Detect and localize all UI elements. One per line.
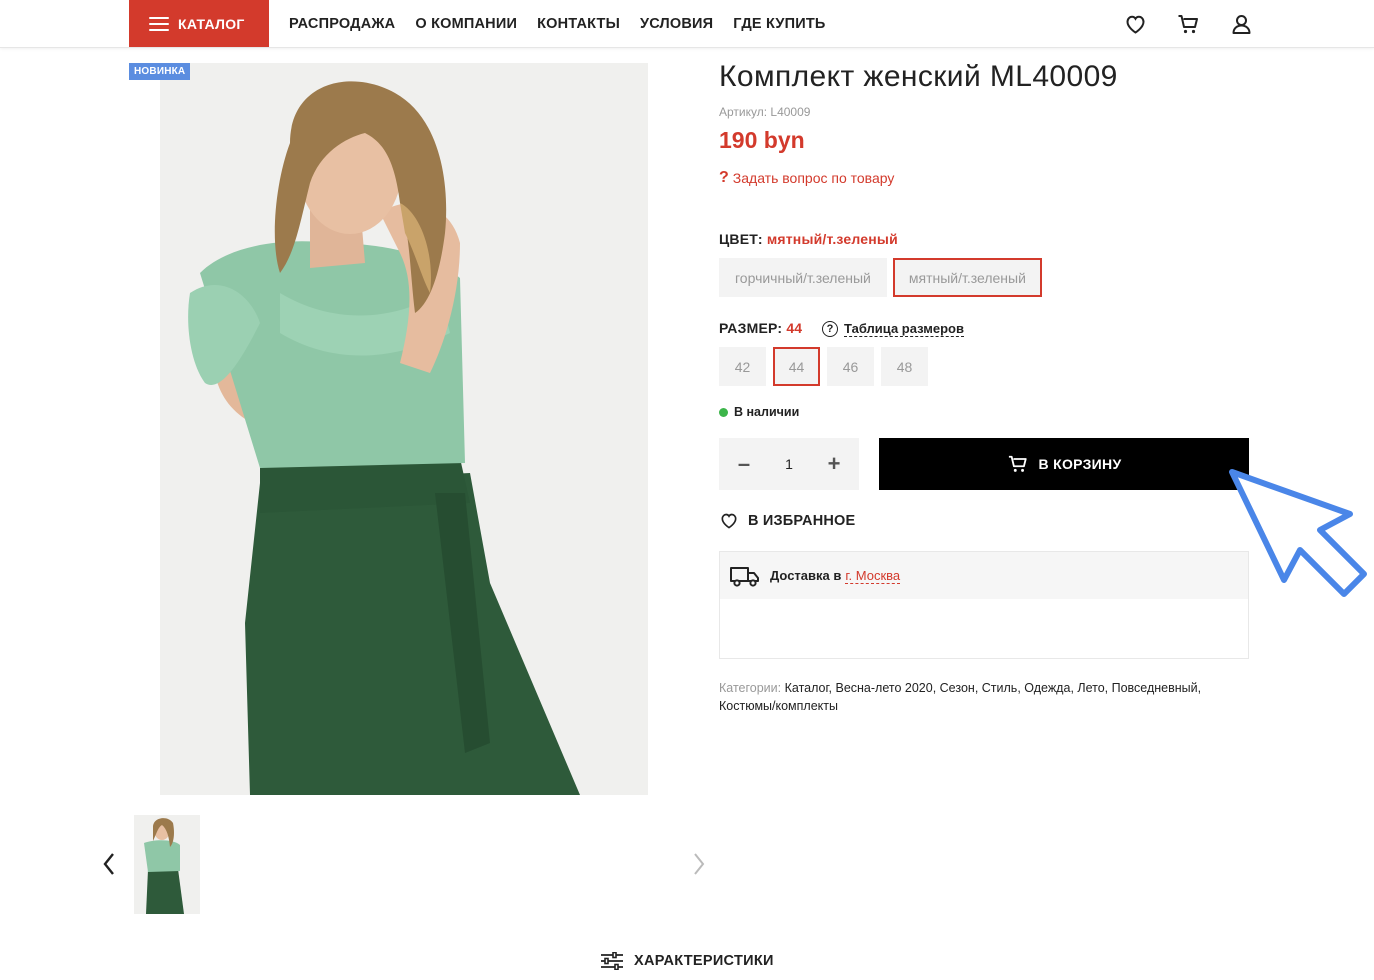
quantity-stepper: – 1 + [719,438,859,490]
category-link[interactable]: Весна-лето 2020 [835,681,932,695]
chevron-right-icon[interactable] [690,850,708,878]
nav-contacts[interactable]: КОНТАКТЫ [537,16,620,32]
size-table-link[interactable]: ? Таблица размеров [822,321,964,337]
color-option[interactable]: горчичный/т.зеленый [719,258,887,297]
product-title: Комплект женский ML40009 [719,60,1118,93]
gallery-thumbnail[interactable] [134,815,200,914]
catalog-label: КАТАЛОГ [178,15,245,32]
cart-icon[interactable] [1176,12,1201,36]
heart-icon [721,513,737,529]
help-circle-icon: ? [822,321,838,337]
category-link[interactable]: Костюмы/комплекты [719,699,838,713]
category-link[interactable]: Одежда [1024,681,1070,695]
menu-icon [149,16,169,31]
quantity-value[interactable]: 1 [769,456,809,472]
delivery-label: Доставка в [770,568,842,583]
size-option-selected[interactable]: 44 [773,347,820,386]
new-badge: НОВИНКА [129,63,191,80]
pointer-arrow-icon [1229,469,1367,597]
color-option-selected[interactable]: мятный/т.зеленый [892,258,1042,297]
filter-sliders-icon [601,952,623,970]
nav-about[interactable]: О КОМПАНИИ [415,16,517,32]
user-icon[interactable] [1229,12,1254,36]
size-selected-value: 44 [786,320,803,336]
chevron-left-icon[interactable] [100,850,118,878]
size-option[interactable]: 48 [881,347,928,386]
tab-characteristics[interactable]: ХАРАКТЕРИСТИКИ [600,952,774,970]
size-options: 42 44 46 48 [719,347,928,386]
category-link[interactable]: Лето [1077,681,1104,695]
in-stock-dot-icon [719,407,728,417]
nav-terms[interactable]: УСЛОВИЯ [640,16,713,32]
color-selected-value: мятный/т.зеленый [766,231,898,247]
color-label-row: ЦВЕТ: мятный/т.зеленый [719,231,898,247]
site-header: КАТАЛОГ РАСПРОДАЖА О КОМПАНИИ КОНТАКТЫ У… [0,0,1374,48]
nav-where-to-buy[interactable]: ГДЕ КУПИТЬ [733,16,825,32]
model-photo [160,63,648,795]
ask-question-link[interactable]: ? Задать вопрос по товару [719,169,894,187]
main-nav: РАСПРОДАЖА О КОМПАНИИ КОНТАКТЫ УСЛОВИЯ Г… [289,0,826,47]
truck-icon [730,566,759,587]
category-link[interactable]: Повседневный [1112,681,1198,695]
size-table-label: Таблица размеров [844,321,964,337]
add-to-cart-label: В КОРЗИНУ [1038,456,1122,472]
delivery-block: Доставка в г. Москва [719,551,1249,659]
question-mark-icon: ? [719,169,729,186]
category-link[interactable]: Стиль [982,681,1018,695]
size-label-row: РАЗМЕР: 44 [719,320,802,336]
stock-status: В наличии [719,405,799,419]
add-to-favorites-button[interactable]: В ИЗБРАННОЕ [719,511,855,530]
color-options: горчичный/т.зеленый мятный/т.зеленый [719,258,1042,297]
category-link[interactable]: Каталог [785,681,829,695]
ask-question-label: Задать вопрос по товару [732,170,895,186]
size-option[interactable]: 46 [827,347,874,386]
delivery-header: Доставка в г. Москва [720,552,1248,599]
favorites-label: В ИЗБРАННОЕ [748,512,856,529]
nav-sale[interactable]: РАСПРОДАЖА [289,16,395,32]
stock-label: В наличии [734,405,800,419]
size-label: РАЗМЕР: [719,320,783,336]
color-label: ЦВЕТ: [719,231,763,247]
thumbnail-photo [134,815,200,914]
size-option[interactable]: 42 [719,347,766,386]
characteristics-label: ХАРАКТЕРИСТИКИ [634,953,774,969]
delivery-city-link[interactable]: г. Москва [845,568,901,584]
plus-icon[interactable]: + [825,451,843,477]
catalog-button[interactable]: КАТАЛОГ [129,0,269,47]
product-main-image[interactable] [160,63,648,795]
product-price: 190 byn [719,127,805,153]
add-to-cart-button[interactable]: В КОРЗИНУ [879,438,1249,490]
cart-icon [1008,455,1027,472]
product-sku: Артикул: L40009 [719,105,811,119]
heart-icon[interactable] [1123,12,1148,36]
category-link[interactable]: Сезон [940,681,975,695]
categories-label: Категории: [719,681,782,695]
minus-icon[interactable]: – [735,451,753,477]
categories: Категории: Каталог, Весна-лето 2020, Сез… [719,681,1202,713]
